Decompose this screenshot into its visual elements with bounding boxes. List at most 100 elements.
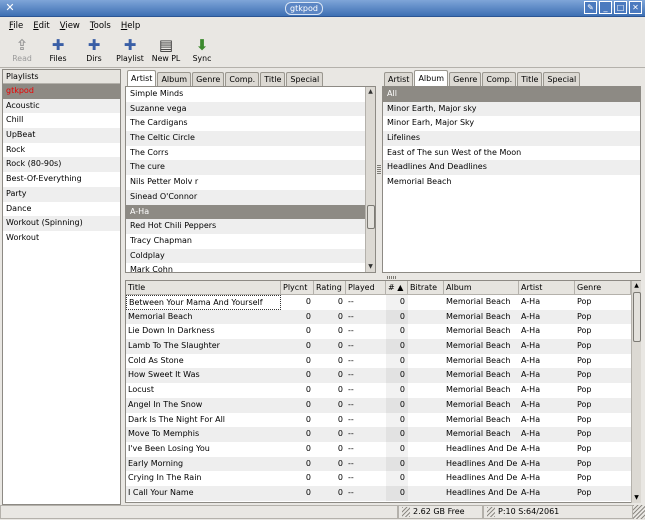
resize-grip-icon[interactable] — [633, 505, 645, 519]
track-row[interactable]: I Call Your Name 0 0 -- 0 Headlines And De A-H… — [126, 485, 631, 501]
track-row[interactable]: How Sweet It Was 0 0 -- 0 Memorial Beach A-Ha P… — [126, 368, 631, 384]
track-row[interactable]: Angel In The Snow 0 0 -- 0 Memorial Beach A-Ha… — [126, 397, 631, 413]
column-header-3[interactable]: Played — [346, 281, 386, 295]
window-menu-icon[interactable]: ✕ — [3, 1, 17, 15]
artist-item[interactable]: Simple Minds — [126, 87, 366, 102]
tab-special[interactable]: Special — [286, 72, 324, 86]
track-cell: 0 — [386, 339, 408, 354]
title-bar[interactable]: ✕ gtkpod ✎ _ □ ✕ — [0, 0, 645, 17]
track-scrollbar[interactable]: ▲ ▼ — [631, 281, 641, 503]
artist-item[interactable]: Suzanne vega — [126, 101, 366, 117]
add-files-button[interactable]: ✚ Files — [40, 35, 76, 67]
track-row[interactable]: Crying In The Rain 0 0 -- 0 Headlines And De A… — [126, 471, 631, 486]
close-icon[interactable]: ✕ — [629, 1, 642, 14]
pane-divider[interactable] — [374, 72, 381, 272]
track-scroll-thumb[interactable] — [633, 292, 641, 342]
tab-comp[interactable]: Comp. — [482, 72, 517, 86]
artist-item[interactable]: Coldplay — [126, 248, 366, 264]
playlist-item[interactable]: UpBeat — [3, 128, 120, 143]
add-dirs-button[interactable]: ✚ Dirs — [76, 35, 112, 67]
tab-special[interactable]: Special — [543, 72, 581, 86]
track-row[interactable]: Move To Memphis 0 0 -- 0 Memorial Beach A-Ha Po… — [126, 427, 631, 442]
album-item[interactable]: Lifelines — [383, 131, 640, 146]
track-row[interactable]: Dark Is The Night For All 0 0 -- 0 Memorial B… — [126, 412, 631, 428]
album-item[interactable]: East of The sun West of the Moon — [383, 146, 640, 161]
vertical-pane-grip[interactable] — [387, 276, 397, 279]
playlist-header[interactable]: Playlists — [3, 70, 120, 84]
track-row[interactable]: Lamb To The Slaughter 0 0 -- 0 Memorial Beach… — [126, 339, 631, 354]
track-table-body[interactable]: Between Your Mama And Yourself 0 0 -- 0 Memor… — [126, 295, 631, 502]
menu-help[interactable]: Help — [116, 21, 145, 31]
track-row[interactable]: I've Been Losing You 0 0 -- 0 Headlines And D… — [126, 441, 631, 457]
playlist-item[interactable]: Rock (80-90s) — [3, 157, 120, 173]
column-header-5[interactable]: Bitrate — [408, 281, 444, 295]
right-filter-pane[interactable]: All Minor Earth, Major sky Minor Earh, Maj… — [382, 86, 641, 273]
playlist-item[interactable]: Best-Of-Everything — [3, 172, 120, 187]
left-filter-pane[interactable]: Simple Minds Suzanne vega The Cardigans The… — [125, 86, 376, 274]
tab-album[interactable]: Album — [414, 70, 449, 86]
artist-list: Simple Minds Suzanne vega The Cardigans The… — [126, 87, 366, 278]
column-header-0[interactable]: Title — [126, 281, 281, 295]
playlist-item[interactable]: Workout (Spinning) — [3, 216, 120, 231]
artist-item[interactable]: The Corrs — [126, 146, 366, 161]
artist-item[interactable]: Mark Cohn — [126, 263, 366, 278]
column-header-1[interactable]: Plycnt — [281, 281, 314, 295]
artist-item[interactable]: The Celtic Circle — [126, 131, 366, 146]
tab-comp[interactable]: Comp. — [225, 72, 260, 86]
playlist-list[interactable]: Playlists gtkpod Acoustic Chill UpBeat Rock R… — [2, 69, 121, 505]
track-row[interactable]: Cold As Stone 0 0 -- 0 Memorial Beach A-Ha Pop — [126, 353, 631, 369]
playlist-item[interactable]: Dance — [3, 202, 120, 217]
maximize-icon[interactable]: □ — [614, 1, 627, 14]
track-cell: Pop — [577, 297, 592, 306]
pin-icon[interactable]: ✎ — [584, 1, 597, 14]
artist-item[interactable]: Nils Petter Molv r — [126, 175, 366, 190]
menu-view[interactable]: View — [55, 21, 85, 31]
add-playlist-button[interactable]: ✚ Playlist — [112, 35, 148, 67]
column-header-6[interactable]: Album — [444, 281, 519, 295]
tab-artist[interactable]: Artist — [127, 70, 157, 86]
sync-button[interactable]: ⬇ Sync — [184, 35, 220, 67]
column-header-8[interactable]: Genre — [575, 281, 631, 295]
artist-item[interactable]: Sinead O'Connor — [126, 189, 366, 205]
artist-item[interactable]: The cure — [126, 160, 366, 176]
artist-item[interactable]: Tracy Chapman — [126, 234, 366, 249]
new-playlist-button[interactable]: ▤ New PL — [148, 35, 184, 67]
track-scroll-down-icon[interactable]: ▼ — [632, 493, 641, 503]
artist-item[interactable]: A-Ha — [126, 204, 366, 220]
track-row[interactable]: Memorial Beach 0 0 -- 0 Memorial Beach A-Ha Pop — [126, 309, 631, 325]
track-row[interactable]: Locust 0 0 -- 0 Memorial Beach A-Ha Pop — [126, 383, 631, 398]
playlist-item[interactable]: Acoustic — [3, 98, 120, 114]
tab-title[interactable]: Title — [517, 72, 543, 86]
album-item[interactable]: Minor Earh, Major Sky — [383, 116, 640, 131]
playlist-item[interactable]: Chill — [3, 113, 120, 128]
tab-genre[interactable]: Genre — [192, 72, 225, 86]
column-header-2[interactable]: Rating — [314, 281, 346, 295]
playlist-item[interactable]: Workout — [3, 231, 120, 246]
album-item[interactable]: Minor Earth, Major sky — [383, 101, 640, 117]
album-item[interactable]: Memorial Beach — [383, 175, 640, 190]
album-item[interactable]: All — [383, 87, 640, 102]
track-row[interactable]: Between Your Mama And Yourself 0 0 -- 0 Memor… — [126, 295, 631, 310]
tab-genre[interactable]: Genre — [449, 72, 482, 86]
track-row[interactable]: Early Morning 0 0 -- 0 Headlines And De A-Ha Po… — [126, 456, 631, 472]
track-scroll-up-icon[interactable]: ▲ — [632, 281, 641, 291]
menu-tools[interactable]: Tools — [85, 21, 116, 31]
playlist-item[interactable]: gtkpod — [3, 84, 120, 99]
track-row[interactable]: Lie Down In Darkness 0 0 -- 0 Memorial Beach A… — [126, 324, 631, 340]
column-header-7[interactable]: Artist — [519, 281, 575, 295]
artist-item[interactable]: The Cardigans — [126, 116, 366, 131]
tab-album[interactable]: Album — [157, 72, 192, 86]
playlist-item[interactable]: Party — [3, 186, 120, 202]
menu-file[interactable]: File — [4, 21, 28, 31]
minimize-icon[interactable]: _ — [599, 1, 612, 14]
read-button[interactable]: ⇪ Read — [4, 35, 40, 67]
tab-title[interactable]: Title — [260, 72, 286, 86]
artist-item[interactable]: Red Hot Chili Peppers — [126, 219, 366, 234]
menu-edit[interactable]: Edit — [28, 21, 54, 31]
track-cell: Headlines And De — [446, 443, 518, 453]
playlist-item[interactable]: Rock — [3, 143, 120, 158]
column-header-4[interactable]: # ▲ — [386, 281, 408, 295]
divider-grip[interactable] — [377, 164, 381, 174]
tab-artist[interactable]: Artist — [384, 72, 414, 86]
album-item[interactable]: Headlines And Deadlines — [383, 160, 640, 176]
